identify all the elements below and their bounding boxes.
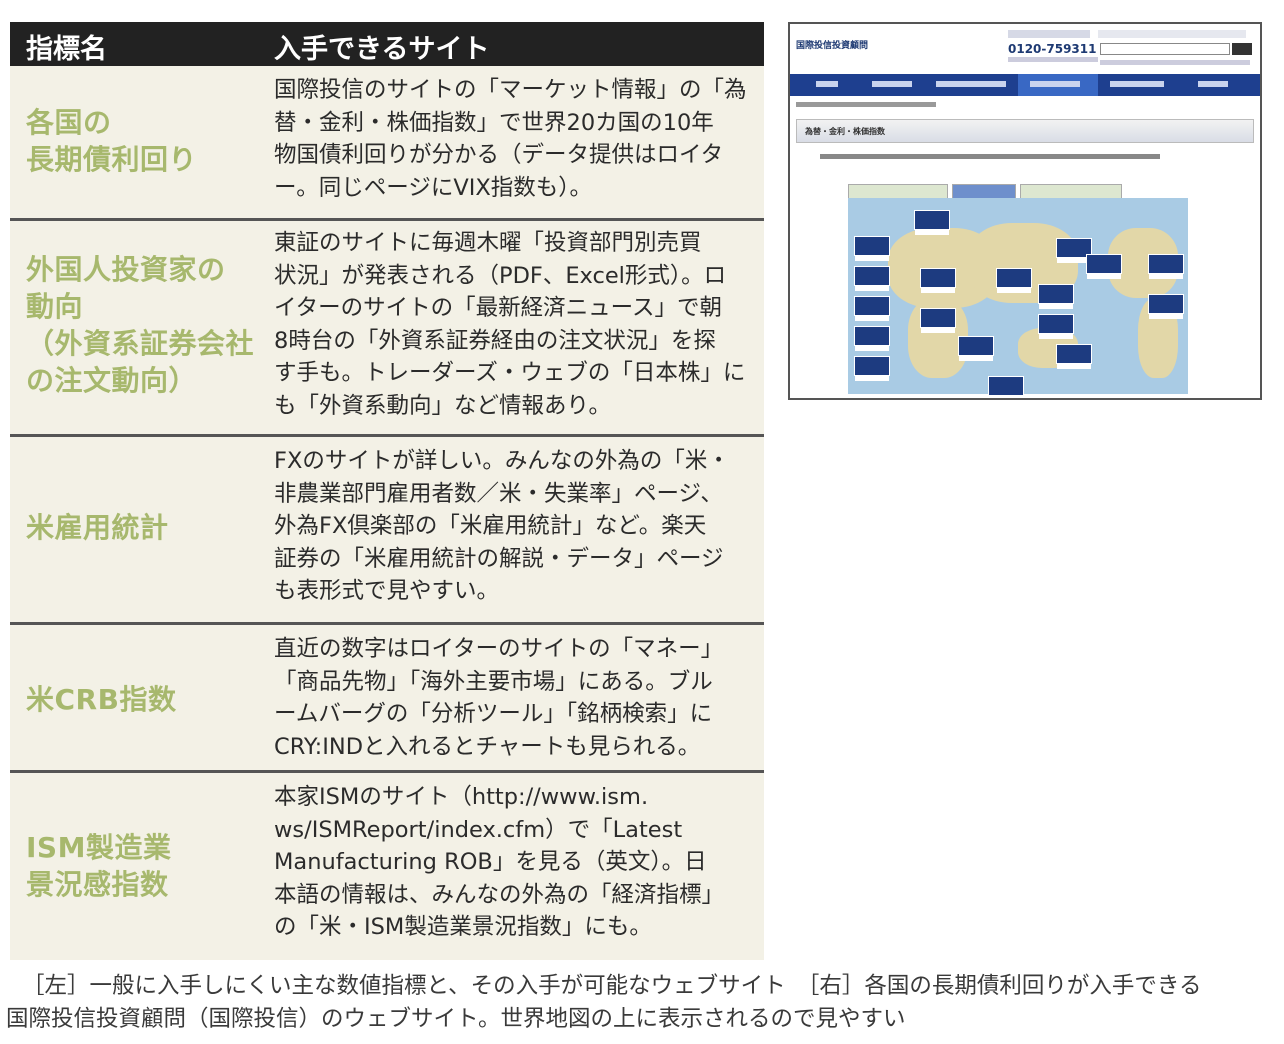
header-source-site: 入手できるサイト [274, 34, 490, 65]
search-input [1100, 43, 1230, 55]
map-tabs [848, 184, 1168, 200]
country-marker [854, 266, 890, 291]
caption-line-2: 国際投信投資顧問（国際投信）のウェブサイト。世界地図の上に表示されるので見やすい [6, 1006, 906, 1032]
country-marker [920, 308, 956, 333]
country-marker [854, 236, 890, 261]
page-title: 為替・金利・株価指数 [805, 127, 885, 136]
country-marker [920, 268, 956, 293]
country-marker [1148, 254, 1184, 279]
country-marker [854, 356, 890, 381]
caption: ［左］一般に入手しにくい主な数値指標と、その入手が可能なウェブサイト ［右］各国… [6, 970, 1276, 1036]
row-indicator-name: ISM製造業 景況感指数 [26, 831, 172, 901]
country-marker [1148, 294, 1184, 319]
row-indicator-name: 米CRB指数 [26, 683, 177, 716]
row-indicator-name: 外国人投資家の 動向 （外資系証券会社 の注文動向） [26, 253, 255, 397]
nav-item [1030, 81, 1080, 87]
world-map [848, 198, 1188, 398]
indicator-table: 指標名 入手できるサイト 各国の 長期債利回り 国際投信のサイトの「マーケット情… [10, 22, 764, 960]
country-marker [988, 376, 1024, 398]
country-marker [914, 210, 950, 235]
breadcrumb [796, 102, 936, 107]
table-row: 米CRB指数 直近の数字はロイターのサイトの「マネー」 「商品先物」「海外主要市… [10, 622, 764, 773]
country-marker [1086, 254, 1122, 279]
country-marker [854, 326, 890, 351]
global-nav [790, 74, 1260, 96]
table-header: 指標名 入手できるサイト [10, 22, 764, 66]
search-button [1232, 43, 1252, 55]
phone-number: 0120-759311 [1008, 42, 1097, 56]
sub-links [1100, 60, 1250, 65]
nav-item [816, 81, 838, 87]
table-row: 米雇用統計 FXのサイトが詳しい。みんなの外為の「米・ 非農業部門雇用者数／米・… [10, 434, 764, 625]
country-marker [996, 268, 1032, 293]
row-source-site: 本家ISMのサイト（http://www.ism. ws/ISMReport/i… [274, 784, 725, 940]
row-indicator-name: 各国の 長期債利回り [26, 106, 198, 176]
row-source-site: FXのサイトが詳しい。みんなの外為の「米・ 非農業部門雇用者数／米・失業率」ペー… [274, 448, 730, 604]
table-row: 外国人投資家の 動向 （外資系証券会社 の注文動向） 東証のサイトに毎週木曜「投… [10, 218, 764, 437]
website-screenshot: 国際投信投資顧問 0120-759311 為替・金利・株価指数 [788, 22, 1262, 400]
nav-item [936, 81, 1006, 87]
page-note [820, 154, 1160, 159]
row-source-site: 東証のサイトに毎週木曜「投資部門別売買 状況」が発表される（PDF、Excel形… [274, 230, 746, 419]
country-marker [854, 296, 890, 321]
caption-line-1: ［左］一般に入手しにくい主な数値指標と、その入手が可能なウェブサイト ［右］各国… [22, 973, 1202, 999]
utility-links [1098, 30, 1246, 38]
nav-item [1198, 81, 1228, 87]
country-marker [1056, 344, 1092, 369]
tel-banner [1008, 30, 1090, 38]
header-indicator-name: 指標名 [26, 34, 107, 65]
country-marker [1038, 314, 1074, 339]
row-source-site: 国際投信のサイトの「マーケット情報」の「為 替・金利・株価指数」で世界20カ国の… [274, 77, 747, 201]
nav-item [1110, 81, 1164, 87]
page-title-bar: 為替・金利・株価指数 [796, 119, 1254, 143]
site-logo: 国際投信投資顧問 [796, 41, 869, 51]
country-marker [1038, 284, 1074, 309]
table-row: 各国の 長期債利回り 国際投信のサイトの「マーケット情報」の「為 替・金利・株価… [10, 66, 764, 218]
table-row: ISM製造業 景況感指数 本家ISMのサイト（http://www.ism. w… [10, 770, 764, 963]
country-marker [958, 336, 994, 361]
row-indicator-name: 米雇用統計 [26, 511, 169, 544]
tel-note [1008, 57, 1098, 62]
nav-item [872, 81, 912, 87]
row-source-site: 直近の数字はロイターのサイトの「マネー」 「商品先物」「海外主要市場」にある。ブ… [274, 636, 724, 760]
